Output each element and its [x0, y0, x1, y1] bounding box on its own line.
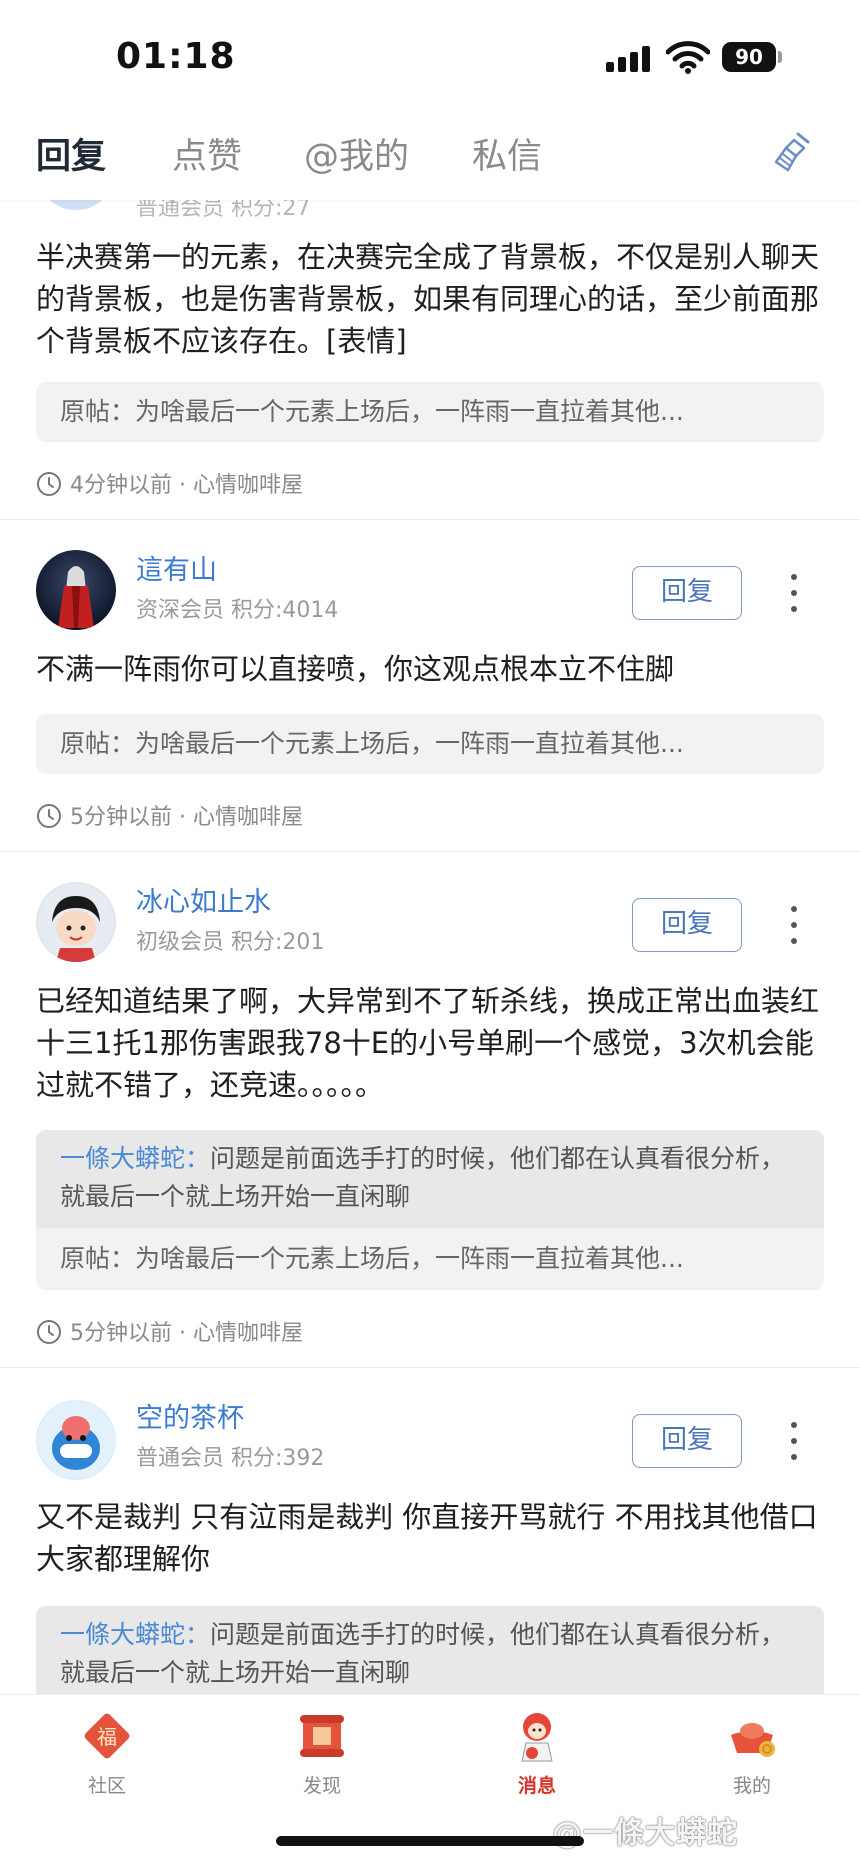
reply-footer: 4分钟以前 · 心情咖啡屋: [36, 467, 303, 499]
nav-messages-label: 消息: [517, 1775, 556, 1797]
avatar[interactable]: [36, 550, 116, 630]
reply-feed[interactable]: 普通会员 积分:27 半决赛第一的元素，在决赛完全成了背景板，不仅是别人聊天的背…: [0, 200, 860, 1694]
username[interactable]: 冰心如止水: [136, 880, 271, 919]
reply-button[interactable]: 回复: [632, 566, 742, 620]
message-tabs: 回复 点赞 @我的 私信: [0, 110, 860, 200]
nav-discover-label: 发现: [302, 1775, 341, 1797]
reply-footer: 5分钟以前 · 心情咖啡屋: [36, 1315, 303, 1347]
original-post[interactable]: 原帖：为啥最后一个元素上场后，一阵雨一直拉着其他...: [36, 382, 824, 442]
tab-private-messages[interactable]: 私信: [472, 128, 542, 179]
gold-ingot-icon: [725, 1709, 779, 1763]
reply-footer: 5分钟以前 · 心情咖啡屋: [36, 799, 303, 831]
original-post-text: 原帖：为啥最后一个元素上场后，一阵雨一直拉着其他...: [60, 397, 684, 426]
nav-messages[interactable]: 消息: [477, 1709, 597, 1798]
reply-card: 普通会员 积分:27 半决赛第一的元素，在决赛完全成了背景板，不仅是别人聊天的背…: [0, 200, 860, 520]
more-options-icon[interactable]: [786, 1422, 802, 1462]
nav-community-label: 社区: [87, 1775, 126, 1797]
home-indicator[interactable]: [276, 1836, 584, 1846]
broom-icon[interactable]: [768, 128, 816, 176]
battery-icon: 90: [722, 42, 782, 72]
reply-time: 5分钟以前 · 心情咖啡屋: [70, 805, 303, 830]
cellular-signal-icon: [606, 46, 654, 72]
avatar[interactable]: [36, 1400, 116, 1480]
quoted-reply: 一條大蟒蛇：问题是前面选手打的时候，他们都在认真看很分析，就最后一个就上场开始一…: [36, 1606, 824, 1694]
original-post[interactable]: 原帖：为啥最后一个元素上场后，一阵雨一直拉着其他...: [36, 714, 824, 774]
more-options-icon[interactable]: [786, 906, 802, 946]
reply-time: 4分钟以前 · 心情咖啡屋: [70, 473, 303, 498]
quoted-username[interactable]: 一條大蟒蛇：: [60, 1144, 210, 1173]
svg-text:福: 福: [97, 1725, 117, 1749]
more-options-icon[interactable]: [786, 574, 802, 614]
reply-content: 不满一阵雨你可以直接喷，你这观点根本立不住脚: [36, 652, 675, 686]
avatar[interactable]: [36, 882, 116, 962]
message-mascot-icon: [510, 1709, 564, 1763]
original-post[interactable]: 一條大蟒蛇：问题是前面选手打的时候，他们都在认真看很分析，就最后一个就上场开始一…: [36, 1130, 824, 1290]
status-time: 01:18: [116, 36, 236, 77]
tab-replies[interactable]: 回复: [36, 128, 106, 179]
nav-me[interactable]: 我的: [692, 1709, 812, 1798]
member-info: 初级会员 积分:201: [136, 930, 325, 955]
clock-icon: [37, 472, 61, 496]
original-post[interactable]: 一條大蟒蛇：问题是前面选手打的时候，他们都在认真看很分析，就最后一个就上场开始一…: [36, 1606, 824, 1694]
reply-button[interactable]: 回复: [632, 898, 742, 952]
tab-likes[interactable]: 点赞: [172, 128, 242, 179]
nav-discover[interactable]: 发现: [262, 1709, 382, 1798]
original-post-text: 原帖：为啥最后一个元素上场后，一阵雨一直拉着其他...: [60, 729, 684, 758]
status-bar: 01:18 90: [0, 0, 860, 110]
member-info: 普通会员 积分:392: [136, 1446, 325, 1471]
clock-icon: [37, 804, 61, 828]
member-info: 普通会员 积分:27: [136, 200, 311, 221]
wifi-icon: [666, 41, 710, 74]
reply-card: 冰心如止水 初级会员 积分:201 回复 已经知道结果了啊，大异常到不了斩杀线，…: [0, 852, 860, 1368]
reply-content: 半决赛第一的元素，在决赛完全成了背景板，不仅是别人聊天的背景板，也是伤害背景板，…: [36, 240, 820, 358]
username[interactable]: 空的茶杯: [136, 1396, 244, 1435]
reply-card: 這有山 资深会员 积分:4014 回复 不满一阵雨你可以直接喷，你这观点根本立不…: [0, 520, 860, 852]
reply-content: 又不是裁判 只有泣雨是裁判 你直接开骂就行 不用找其他借口 大家都理解你: [36, 1500, 818, 1576]
avatar[interactable]: [36, 200, 116, 210]
quoted-reply: 一條大蟒蛇：问题是前面选手打的时候，他们都在认真看很分析，就最后一个就上场开始一…: [36, 1130, 824, 1228]
member-info: 资深会员 积分:4014: [136, 598, 339, 623]
nav-community[interactable]: 福 社区: [47, 1709, 167, 1798]
battery-level: 90: [722, 42, 776, 72]
reply-content: 已经知道结果了啊，大异常到不了斩杀线，换成正常出血装红十三1托1那伤害跟我78十…: [36, 984, 820, 1102]
reply-card: 空的茶杯 普通会员 积分:392 回复 又不是裁判 只有泣雨是裁判 你直接开骂就…: [0, 1368, 860, 1694]
fu-community-icon: 福: [80, 1709, 134, 1763]
clock-icon: [37, 1320, 61, 1344]
reply-button[interactable]: 回复: [632, 1414, 742, 1468]
reply-time: 5分钟以前 · 心情咖啡屋: [70, 1321, 303, 1346]
discover-scroll-icon: [295, 1709, 349, 1763]
tab-mentions[interactable]: @我的: [304, 128, 409, 179]
original-post-text: 原帖：为啥最后一个元素上场后，一阵雨一直拉着其他...: [60, 1244, 684, 1273]
username[interactable]: 這有山: [136, 548, 217, 587]
quoted-username[interactable]: 一條大蟒蛇：: [60, 1620, 210, 1649]
nav-me-label: 我的: [732, 1775, 771, 1797]
